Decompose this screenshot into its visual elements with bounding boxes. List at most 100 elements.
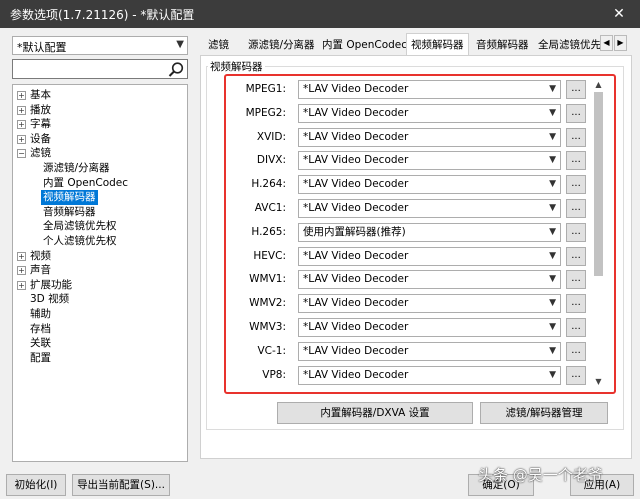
decoder-row: VP8: *LAV Video Decoder ▼... [226, 364, 588, 386]
decoder-select[interactable]: *LAV Video Decoder ▼ [298, 127, 561, 147]
vertical-scrollbar[interactable]: ▲ ▼ [592, 78, 605, 388]
decoder-options-button[interactable]: ... [566, 270, 586, 290]
tree-item-label: 辅助 [30, 307, 51, 320]
decoder-select[interactable]: *LAV Video Decoder ▼ [298, 151, 561, 171]
builtin-dxva-button[interactable]: 内置解码器/DXVA 设置 [277, 402, 473, 424]
tab-0[interactable]: 滤镜 [204, 36, 233, 55]
tree-item[interactable]: 内置 OpenCodec [13, 176, 187, 191]
expand-icon[interactable]: + [17, 266, 26, 276]
tree-item[interactable]: 个人滤镜优先权 [13, 234, 187, 249]
tree-item[interactable]: 配置 [13, 351, 187, 366]
decoder-options-button[interactable]: ... [566, 127, 586, 147]
codec-label: H.265: [251, 225, 286, 238]
decoder-row: AVC1: *LAV Video Decoder ▼... [226, 197, 588, 219]
scrollbar-thumb[interactable] [594, 92, 603, 276]
tree-item-label: 字幕 [30, 118, 51, 131]
expand-icon[interactable]: + [17, 251, 26, 261]
tree-item[interactable]: + 播放 [13, 103, 187, 118]
tree-item[interactable]: 源滤镜/分离器 [13, 161, 187, 176]
scroll-up-icon[interactable]: ▲ [592, 78, 605, 91]
tree-item-label: 声音 [30, 264, 51, 277]
expand-icon[interactable]: + [17, 120, 26, 130]
decoder-select[interactable]: *LAV Video Decoder ▼ [298, 365, 561, 385]
decoder-select[interactable]: *LAV Video Decoder ▼ [298, 199, 561, 218]
tree-item[interactable]: − 滤镜 [13, 146, 187, 161]
filter-manage-button[interactable]: 滤镜/解码器管理 [480, 402, 608, 424]
codec-label: XVID: [256, 130, 286, 143]
decoder-options-button[interactable]: ... [566, 294, 586, 314]
chevron-down-icon: ▼ [549, 250, 556, 261]
decoder-options-button[interactable]: ... [566, 222, 586, 242]
expand-icon[interactable]: + [17, 91, 26, 100]
search-input[interactable] [12, 59, 188, 79]
expand-icon[interactable]: + [17, 280, 26, 290]
decoder-select[interactable]: *LAV Video Decoder ▼ [298, 294, 561, 314]
decoder-row: MPEG1: *LAV Video Decoder ▼... [226, 78, 588, 100]
tree-item[interactable]: 视频解码器 [13, 190, 187, 205]
tab-3[interactable]: 视频解码器 [406, 33, 469, 56]
tree-item-label: 设备 [30, 132, 51, 145]
decoder-select[interactable]: *LAV Video Decoder ▼ [298, 318, 561, 337]
tree-item[interactable]: 辅助 [13, 307, 187, 322]
tab-scroll-left-icon[interactable]: ◀ [600, 35, 613, 51]
decoder-select[interactable]: *LAV Video Decoder ▼ [298, 80, 561, 99]
tree-item[interactable]: + 设备 [13, 132, 187, 147]
chevron-down-icon: ▼ [549, 84, 556, 94]
decoder-select[interactable]: *LAV Video Decoder ▼ [298, 246, 561, 266]
tree-item[interactable]: 关联 [13, 336, 187, 351]
tree-item[interactable]: 存档 [13, 322, 187, 337]
decoder-row: WMV1: *LAV Video Decoder ▼... [226, 268, 588, 290]
tab-1[interactable]: 源滤镜/分离器 [244, 36, 319, 55]
decoder-options-button[interactable]: ... [566, 246, 586, 266]
tree-item-label: 视频解码器 [41, 190, 98, 205]
scroll-down-icon[interactable]: ▼ [592, 375, 605, 388]
decoder-options-button[interactable]: ... [566, 199, 586, 218]
tree-item[interactable]: + 扩展功能 [13, 278, 187, 293]
tab-scroll-right-icon[interactable]: ▶ [614, 35, 627, 51]
tab-4[interactable]: 音频解码器 [472, 36, 533, 55]
decoder-select[interactable]: 使用内置解码器(推荐) ▼ [298, 222, 561, 242]
tree-item[interactable]: + 字幕 [13, 117, 187, 132]
profile-select[interactable]: *默认配置 ▼ [12, 36, 188, 55]
chevron-down-icon: ▼ [549, 274, 556, 285]
decoder-select-value: *LAV Video Decoder [303, 321, 409, 333]
tree-item[interactable]: 全局滤镜优先权 [13, 219, 187, 234]
decoder-options-button[interactable]: ... [566, 175, 586, 195]
decoder-select-value: *LAV Video Decoder [303, 344, 409, 357]
decoder-options-button[interactable]: ... [566, 318, 586, 337]
chevron-down-icon: ▼ [176, 39, 184, 50]
decoder-options-button[interactable]: ... [566, 365, 586, 385]
search-icon[interactable] [167, 61, 185, 78]
export-config-button[interactable]: 导出当前配置(S)... [72, 474, 170, 496]
decoder-select-value: *LAV Video Decoder [303, 249, 409, 262]
decoder-select[interactable]: *LAV Video Decoder ▼ [298, 175, 561, 195]
tree-item[interactable]: + 基本 [13, 88, 187, 103]
chevron-down-icon: ▼ [549, 226, 556, 237]
decoder-options-button[interactable]: ... [566, 103, 586, 123]
decoder-options-button[interactable]: ... [566, 80, 586, 99]
tab-5[interactable]: 全局滤镜优先 [534, 36, 605, 55]
collapse-icon[interactable]: − [17, 149, 26, 159]
decoder-select[interactable]: *LAV Video Decoder ▼ [298, 341, 561, 361]
tab-2[interactable]: 内置 OpenCodec [318, 36, 411, 55]
tree-item[interactable]: 3D 视频 [13, 292, 187, 307]
tree-item-label: 音频解码器 [43, 205, 96, 218]
tree-item[interactable]: + 声音 [13, 263, 187, 278]
tree-item-label: 播放 [30, 103, 51, 116]
decoder-options-button[interactable]: ... [566, 341, 586, 361]
tree-item[interactable]: + 视频 [13, 249, 187, 264]
decoder-select[interactable]: *LAV Video Decoder ▼ [298, 103, 561, 123]
expand-icon[interactable]: + [17, 105, 26, 115]
decoder-options-button[interactable]: ... [566, 151, 586, 171]
expand-icon[interactable]: + [17, 134, 26, 144]
options-tree[interactable]: + 基本 + 播放 + 字幕 + 设备 − 滤镜 源滤镜/分离器 内置 OpenCodec 视频解码器音… [12, 84, 188, 462]
chevron-down-icon: ▼ [549, 322, 556, 332]
init-button[interactable]: 初始化(I) [6, 474, 66, 496]
close-icon[interactable]: ✕ [598, 0, 640, 28]
profile-select-value: *默认配置 [17, 41, 67, 54]
decoder-row: WMV3: *LAV Video Decoder ▼... [226, 316, 588, 338]
codec-label: WMV3: [249, 321, 286, 333]
decoder-select[interactable]: *LAV Video Decoder ▼ [298, 270, 561, 290]
tree-item[interactable]: 音频解码器 [13, 205, 187, 220]
tree-item-label: 全局滤镜优先权 [43, 220, 117, 233]
